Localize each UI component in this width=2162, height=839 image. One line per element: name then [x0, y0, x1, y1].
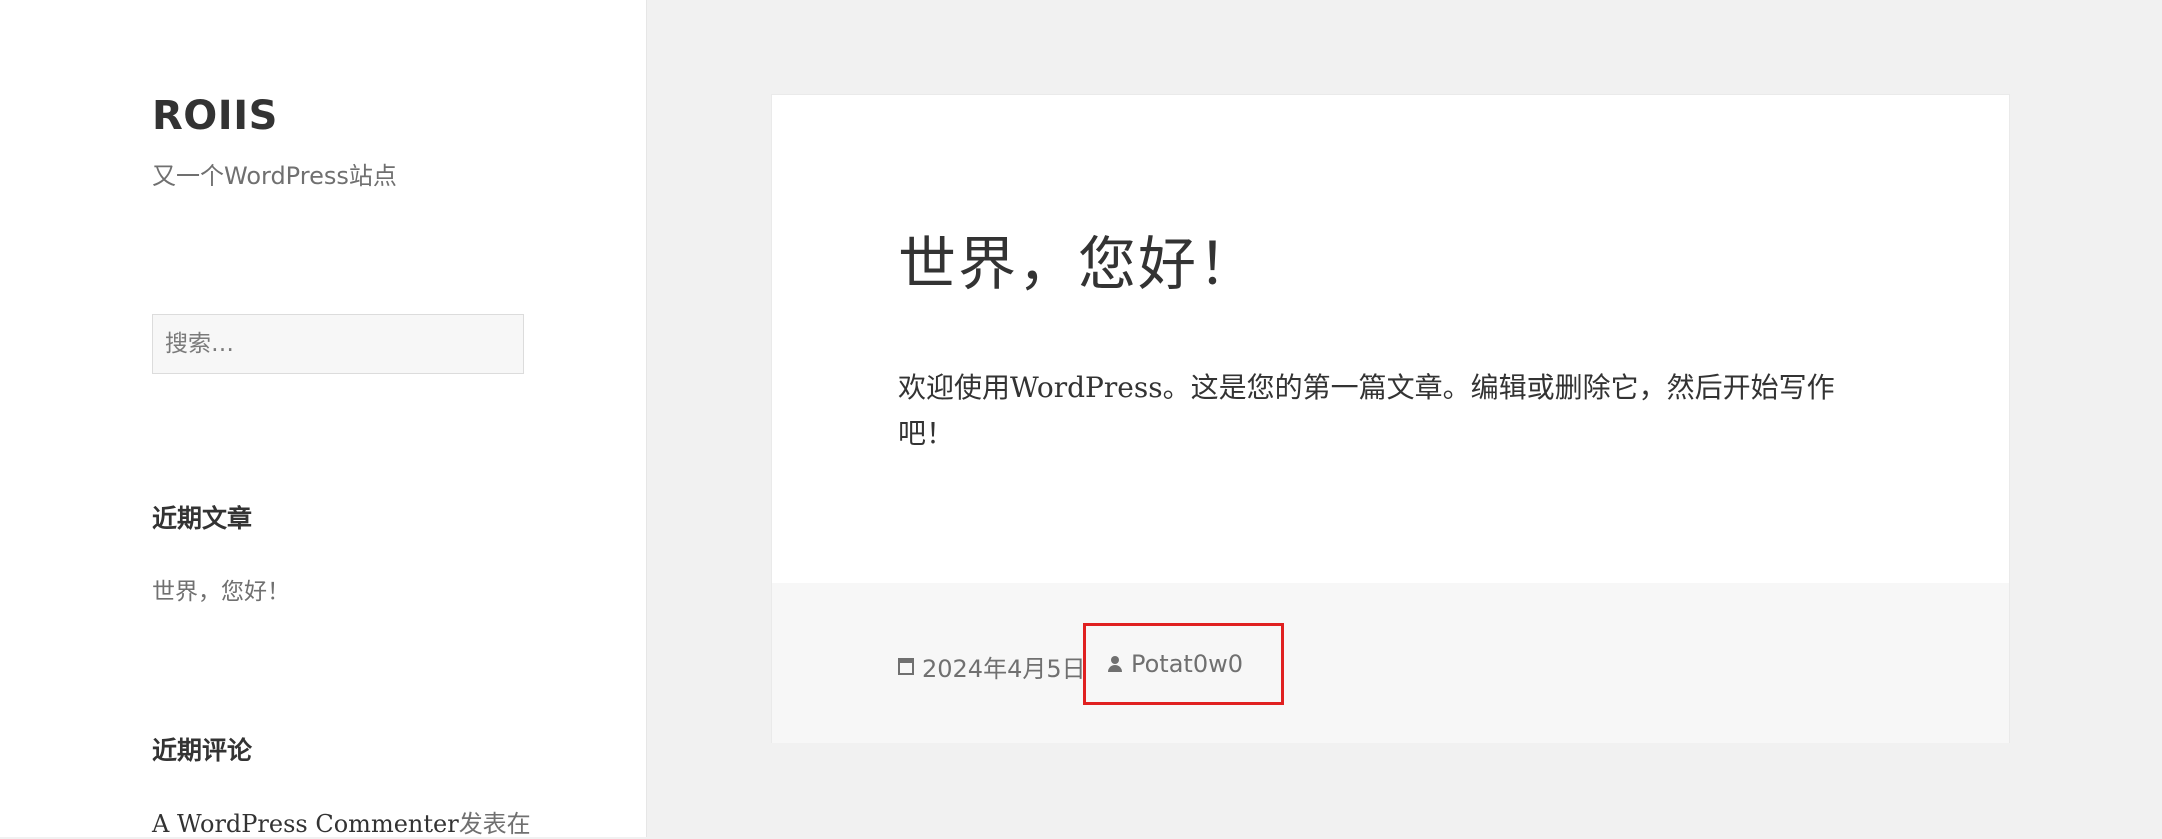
post-title: 世界，您好！ [898, 230, 1259, 298]
post-date: 2024年4月5日 [898, 649, 1086, 684]
site-title-link[interactable]: ROIIS [152, 93, 278, 139]
sidebar: ROIIS 又一个WordPress站点 近期文章 世界，您好！ 近期评论 A … [0, 0, 647, 839]
site-description: 又一个WordPress站点 [152, 162, 397, 190]
post-author-byline: Potat0w0 [1083, 623, 1284, 705]
person-icon [1108, 656, 1122, 672]
calendar-icon [898, 658, 914, 675]
post-content: 欢迎使用WordPress。这是您的第一篇文章。编辑或删除它，然后开始写作吧！ [898, 371, 1835, 450]
recent-comments-heading: 近期评论 [152, 736, 253, 765]
post-footer: 2024年4月5日 Potat0w0 [772, 583, 2009, 743]
recent-post-link[interactable]: 世界，您好！ [152, 572, 290, 606]
recent-comment-item: A WordPress Commenter发表在 [152, 804, 531, 839]
comment-posted-on-text: 发表在 [458, 810, 531, 838]
comment-author-link[interactable]: A WordPress Commenter [152, 810, 459, 838]
recent-posts-heading: 近期文章 [152, 504, 253, 533]
post-date-link[interactable]: 2024年4月5日 [922, 649, 1086, 684]
search-input[interactable] [152, 314, 524, 374]
post-article: 世界，您好！ 欢迎使用WordPress。这是您的第一篇文章。编辑或删除它，然后… [771, 94, 2010, 743]
post-author-link[interactable]: Potat0w0 [1131, 650, 1243, 678]
